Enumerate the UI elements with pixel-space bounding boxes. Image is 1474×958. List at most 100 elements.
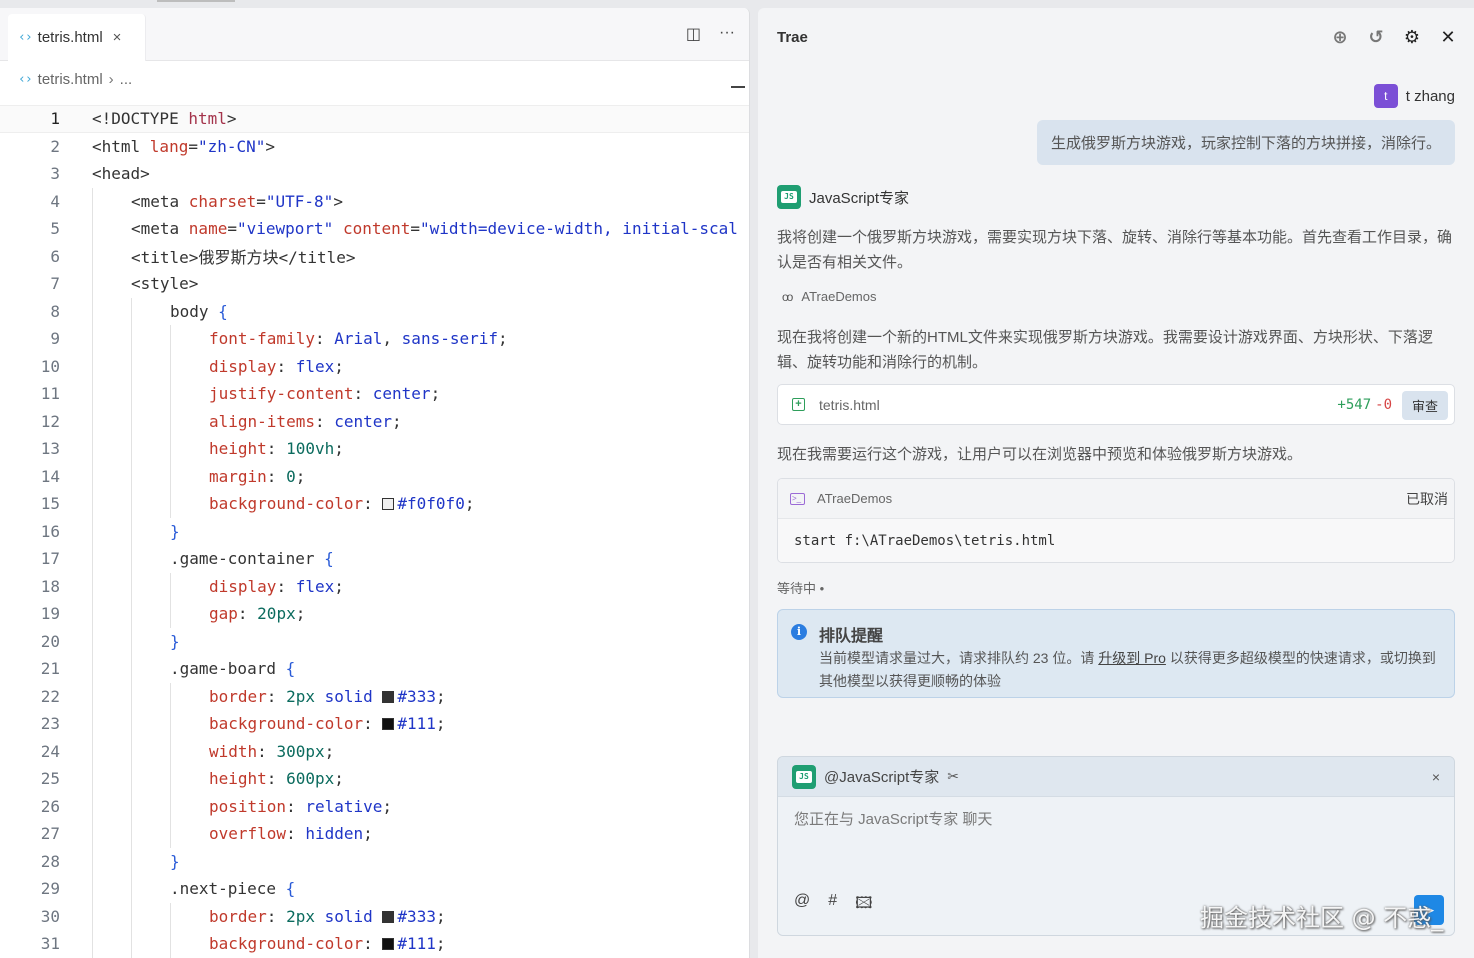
indent-guide (131, 792, 132, 820)
code-line[interactable]: 30 border: 2px solid #333; (0, 902, 749, 930)
new-chat-icon[interactable]: ⊕ (1330, 27, 1350, 48)
indent-guide (170, 380, 171, 408)
code-line[interactable]: 20} (0, 627, 749, 655)
chat-header-actions: ⊕ ↺ ⚙ ✕ (1330, 27, 1458, 48)
code-line[interactable]: 11 justify-content: center; (0, 380, 749, 408)
hash-icon[interactable]: # (828, 892, 837, 919)
code-line[interactable]: 7 <style> (0, 270, 749, 298)
indent-guide (131, 407, 132, 435)
code-area[interactable]: 1 <!DOCTYPE html> 2 <html lang="zh-CN"> 3 <he… (0, 105, 749, 958)
close-icon[interactable]: ✕ (1438, 27, 1458, 48)
review-button[interactable]: 审查 (1402, 391, 1448, 420)
line-number: 12 (40, 411, 60, 431)
tab-tetris-html[interactable]: ‹› tetris.html × (8, 14, 146, 61)
code-line[interactable]: 23 background-color: #111; (0, 710, 749, 738)
view-folder-icon: oo (782, 289, 793, 304)
code-text: background-color: #f0f0f0; (209, 494, 475, 514)
indent-guide (131, 572, 132, 600)
code-line[interactable]: 24 width: 300px; (0, 737, 749, 765)
code-line[interactable]: 18 display: flex; (0, 572, 749, 600)
code-line[interactable]: 9 font-family: Arial, sans-serif; (0, 325, 749, 353)
code-line[interactable]: 16} (0, 517, 749, 545)
code-text: margin: 0; (209, 466, 306, 486)
code-line[interactable]: 10 display: flex; (0, 352, 749, 380)
avatar: t (1373, 84, 1398, 108)
breadcrumb-more[interactable]: ... (120, 71, 133, 88)
tools-icon[interactable]: ✂ (947, 768, 959, 785)
code-line[interactable]: 13 height: 100vh; (0, 435, 749, 463)
tab-close-icon[interactable]: × (113, 29, 122, 46)
breadcrumb-file[interactable]: tetris.html (38, 71, 103, 88)
terminal-icon: >_ (790, 492, 805, 505)
more-actions-icon[interactable]: ··· (719, 24, 735, 44)
code-line[interactable]: 14 margin: 0; (0, 462, 749, 490)
code-line[interactable]: 3 <head> (0, 160, 749, 188)
image-icon[interactable]: 🖾 (855, 892, 872, 919)
line-number: 15 (40, 494, 60, 514)
diff-stats: +547 -0 (1337, 397, 1392, 413)
code-line[interactable]: 1 <!DOCTYPE html> (0, 105, 749, 133)
file-change-card[interactable]: + tetris.html +547 -0 审查 (777, 384, 1455, 425)
code-line[interactable]: 2 <html lang="zh-CN"> (0, 133, 749, 161)
code-line[interactable]: 31 background-color: #111; (0, 930, 749, 958)
agent-header: JS JavaScript专家 (777, 185, 909, 209)
line-number: 10 (40, 356, 60, 376)
line-number: 4 (50, 191, 60, 211)
line-number: 27 (40, 824, 60, 844)
indent-guide (92, 572, 93, 600)
line-number: 28 (40, 851, 60, 871)
indent-guide (131, 435, 132, 463)
code-line[interactable]: 4 <meta charset="UTF-8"> (0, 187, 749, 215)
history-icon[interactable]: ↺ (1366, 27, 1386, 48)
terminal-card: >_ ATraeDemos 已取消 start f:\ATraeDemos\te… (777, 478, 1455, 563)
code-line[interactable]: 27 overflow: hidden; (0, 820, 749, 848)
code-line[interactable]: 8 body { (0, 297, 749, 325)
code-text: <head> (92, 164, 150, 184)
mention-close-icon[interactable]: × (1432, 769, 1440, 785)
indent-guide (131, 875, 132, 903)
code-line[interactable]: 5 <meta name="viewport" content="width=de… (0, 215, 749, 243)
code-text: background-color: #111; (209, 714, 446, 734)
terminal-status: 已取消 (1406, 490, 1448, 507)
code-line[interactable]: 15 background-color: #f0f0f0; (0, 490, 749, 518)
code-line[interactable]: 6 <title>俄罗斯方块</title> (0, 242, 749, 270)
code-file-icon: ‹› (18, 30, 33, 45)
user-message: 生成俄罗斯方块游戏，玩家控制下落的方块拼接，消除行。 (1036, 120, 1455, 165)
code-line[interactable]: 21 .game-board { (0, 655, 749, 683)
agent-mention[interactable]: @JavaScript专家 (824, 766, 939, 787)
mention-icon[interactable]: @ (794, 892, 810, 919)
upgrade-pro-link[interactable]: 升级到 Pro (1098, 650, 1166, 666)
indent-guide (131, 297, 132, 325)
line-number: 31 (40, 934, 60, 954)
code-text: body { (170, 301, 228, 321)
code-line[interactable]: 29 .next-piece { (0, 875, 749, 903)
code-line[interactable]: 17 .game-container { (0, 545, 749, 573)
chat-header: Trae ⊕ ↺ ⚙ ✕ (758, 8, 1474, 66)
settings-icon[interactable]: ⚙ (1402, 27, 1422, 48)
indent-guide (92, 215, 93, 243)
chat-input[interactable] (794, 811, 1434, 828)
breadcrumb: ‹› tetris.html › ... (0, 61, 749, 97)
folder-reference[interactable]: oo ATraeDemos (782, 289, 877, 304)
split-editor-icon[interactable]: ◫ (686, 24, 701, 44)
agent-name: JavaScript专家 (809, 189, 910, 207)
terminal-folder: ATraeDemos (817, 491, 893, 506)
code-text: .next-piece { (170, 879, 296, 899)
agent-message-1: 我将创建一个俄罗斯方块游戏，需要实现方块下落、旋转、消除行等基本功能。首先查看工… (777, 229, 1453, 271)
indent-guide (131, 930, 132, 958)
code-line[interactable]: 28} (0, 847, 749, 875)
code-line[interactable]: 25 height: 600px; (0, 765, 749, 793)
code-line[interactable]: 12 align-items: center; (0, 407, 749, 435)
line-number: 9 (50, 329, 60, 349)
info-icon: i (791, 624, 807, 640)
code-text: } (170, 631, 180, 651)
minimize-icon[interactable] (731, 86, 745, 88)
indent-guide (170, 682, 171, 710)
code-line[interactable]: 26 position: relative; (0, 792, 749, 820)
window-top-strip (157, 0, 235, 2)
code-line[interactable]: 19 gap: 20px; (0, 600, 749, 628)
agent-logo-icon: JS (777, 185, 801, 209)
indent-guide (92, 600, 93, 628)
code-text: width: 300px; (209, 741, 335, 761)
code-line[interactable]: 22 border: 2px solid #333; (0, 682, 749, 710)
